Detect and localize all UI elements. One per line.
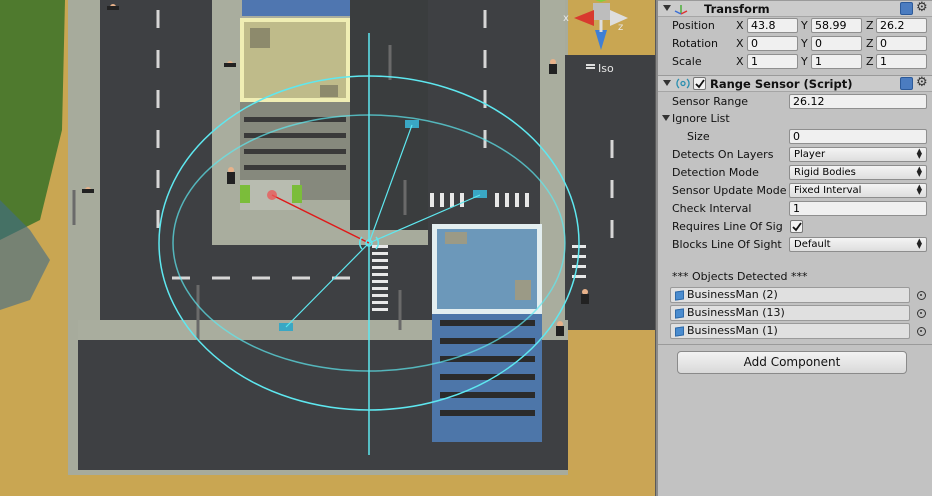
fold-arrow-icon[interactable]: [663, 5, 671, 11]
rotation-label: Rotation: [672, 37, 719, 50]
detected-object-row[interactable]: BusinessMan (13): [670, 305, 910, 321]
rotation-y-axis-label[interactable]: Y: [801, 37, 808, 50]
transform-icon: [674, 5, 688, 15]
requires-line-of-sight-label: Requires Line Of Sig: [672, 220, 783, 233]
sensor-update-mode-value: Fixed Interval: [794, 185, 862, 196]
detects-on-layers-label: Detects On Layers: [672, 148, 774, 161]
ignore-list-label[interactable]: Ignore List: [672, 112, 730, 125]
blocks-line-of-sight-dropdown[interactable]: Default ▲ ▼: [789, 237, 927, 252]
detection-mode-label: Detection Mode: [672, 166, 759, 179]
blocks-line-of-sight-value: Default: [794, 239, 831, 250]
inspector-panel: Transform ⚙ Position X 43.8 Y 58.99 Z 26…: [658, 0, 932, 496]
scene-canvas[interactable]: x z: [0, 0, 655, 496]
dropdown-arrows-icon: ▲ ▼: [916, 165, 922, 178]
gameobject-cube-icon: [675, 326, 684, 337]
detected-object-row[interactable]: BusinessMan (1): [670, 323, 910, 339]
gear-icon[interactable]: ⚙: [916, 1, 929, 15]
rotation-y-field[interactable]: 0: [811, 36, 862, 51]
check-interval-field[interactable]: 1: [789, 201, 927, 216]
scene-view[interactable]: x z Iso: [0, 0, 655, 496]
detected-object-name: BusinessMan (1): [687, 324, 778, 337]
help-book-icon[interactable]: [900, 77, 913, 90]
scale-x-axis-label[interactable]: X: [736, 55, 744, 68]
ignore-list-fold-icon[interactable]: [662, 115, 670, 121]
objects-detected-header: *** Objects Detected ***: [672, 270, 808, 283]
transform-title: Transform: [704, 2, 770, 16]
dropdown-arrows-icon: ▲ ▼: [916, 237, 922, 250]
scale-label: Scale: [672, 55, 702, 68]
sensor-update-mode-dropdown[interactable]: Fixed Interval ▲ ▼: [789, 183, 927, 198]
gizmo-z-label[interactable]: z: [618, 22, 623, 33]
sensor-update-mode-label: Sensor Update Mode: [672, 184, 787, 197]
requires-line-of-sight-checkbox[interactable]: [790, 220, 803, 233]
range-sensor-title: Range Sensor (Script): [710, 77, 853, 91]
object-picker-icon[interactable]: [917, 291, 926, 300]
position-label: Position: [672, 19, 715, 32]
detects-on-layers-dropdown[interactable]: Player ▲ ▼: [789, 147, 927, 162]
gear-icon[interactable]: ⚙: [916, 76, 929, 90]
scale-x-field[interactable]: 1: [747, 54, 798, 69]
rotation-z-field[interactable]: 0: [876, 36, 927, 51]
scale-z-field[interactable]: 1: [876, 54, 927, 69]
divider: [658, 344, 932, 345]
rotation-x-field[interactable]: 0: [747, 36, 798, 51]
gameobject-cube-icon: [675, 290, 684, 301]
check-interval-label: Check Interval: [672, 202, 752, 215]
scale-y-axis-label[interactable]: Y: [801, 55, 808, 68]
sensor-range-field[interactable]: 26.12: [789, 94, 927, 109]
object-picker-icon[interactable]: [917, 327, 926, 336]
detection-mode-value: Rigid Bodies: [794, 167, 856, 178]
ignore-list-size-field[interactable]: 0: [789, 129, 927, 144]
transform-header[interactable]: Transform ⚙: [658, 0, 932, 17]
position-z-field[interactable]: 26.2: [876, 18, 927, 33]
gameobject-cube-icon: [675, 308, 684, 319]
range-sensor-header[interactable]: Range Sensor (Script) ⚙: [658, 75, 932, 92]
detected-object-name: BusinessMan (13): [687, 306, 785, 319]
range-sensor-script-icon: [676, 78, 690, 89]
dropdown-arrows-icon: ▲ ▼: [916, 183, 922, 196]
position-x-axis-label[interactable]: X: [736, 19, 744, 32]
rotation-z-axis-label[interactable]: Z: [866, 37, 874, 50]
fold-arrow-icon[interactable]: [663, 80, 671, 86]
scale-y-field[interactable]: 1: [811, 54, 862, 69]
detected-object-row[interactable]: BusinessMan (2): [670, 287, 910, 303]
scale-z-axis-label[interactable]: Z: [866, 55, 874, 68]
position-y-field[interactable]: 58.99: [811, 18, 862, 33]
position-x-field[interactable]: 43.8: [747, 18, 798, 33]
ignore-list-size-label: Size: [687, 130, 710, 143]
gizmo-x-label[interactable]: x: [563, 13, 569, 24]
detected-object-name: BusinessMan (2): [687, 288, 778, 301]
help-book-icon[interactable]: [900, 2, 913, 15]
detection-mode-dropdown[interactable]: Rigid Bodies ▲ ▼: [789, 165, 927, 180]
projection-mode-label[interactable]: Iso: [598, 62, 614, 75]
position-y-axis-label[interactable]: Y: [801, 19, 808, 32]
rotation-x-axis-label[interactable]: X: [736, 37, 744, 50]
sensor-range-label: Sensor Range: [672, 95, 749, 108]
position-z-axis-label[interactable]: Z: [866, 19, 874, 32]
object-picker-icon[interactable]: [917, 309, 926, 318]
component-enabled-checkbox[interactable]: [693, 77, 706, 90]
add-component-button[interactable]: Add Component: [677, 351, 907, 374]
detects-on-layers-value: Player: [794, 149, 826, 160]
blocks-line-of-sight-label: Blocks Line Of Sight: [672, 238, 782, 251]
projection-icon: [586, 64, 595, 72]
dropdown-arrows-icon: ▲ ▼: [916, 147, 922, 160]
